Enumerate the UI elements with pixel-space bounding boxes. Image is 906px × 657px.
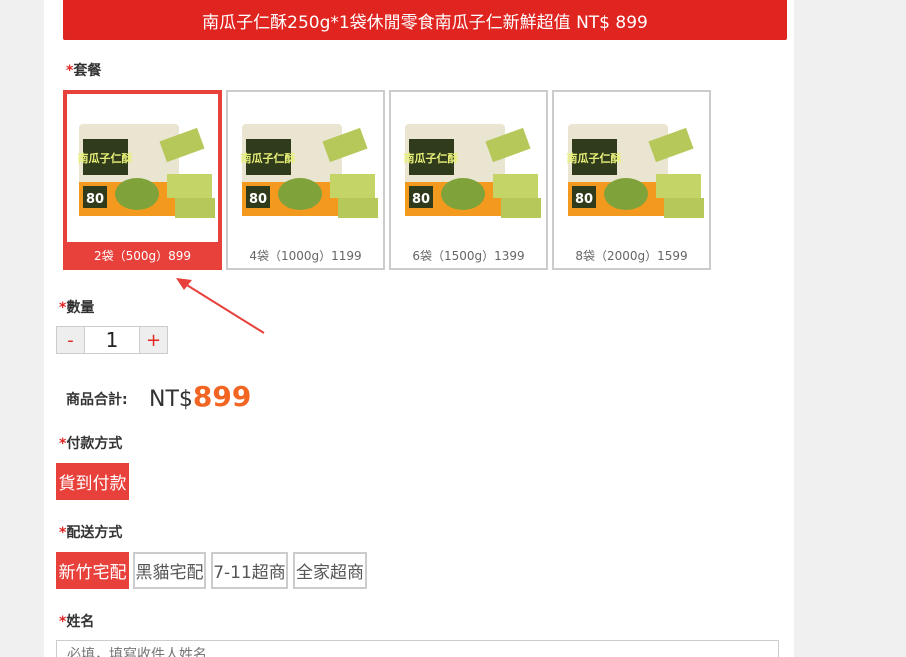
product-image: 南瓜子仁酥 80: [556, 94, 707, 242]
shipping-711-button[interactable]: 7-11超商: [211, 552, 288, 589]
package-caption: 4袋（1000g）1199: [249, 248, 362, 263]
shipping-familymart-button[interactable]: 全家超商: [293, 552, 367, 589]
annotation-arrow-icon: [176, 278, 265, 334]
product-image: 南瓜子仁酥 80: [393, 94, 544, 242]
product-title: 南瓜子仁酥250g*1袋休閒零食南瓜子仁新鮮超值 NT$ 899: [202, 12, 648, 33]
payment-label: *付款方式: [59, 436, 123, 452]
svg-text:南瓜子仁酥: 南瓜子仁酥: [78, 151, 133, 165]
shipping-blackcat-button[interactable]: 黑貓宅配: [133, 552, 206, 589]
svg-text:80: 80: [575, 192, 593, 207]
shipping-hsinchu-button[interactable]: 新竹宅配: [56, 552, 129, 589]
name-label: *姓名: [59, 614, 95, 630]
payment-cod-button[interactable]: 貨到付款: [56, 463, 129, 500]
quantity-input[interactable]: 1: [84, 327, 140, 353]
package-caption: 8袋（2000g）1599: [575, 248, 688, 263]
total-label: 商品合計:: [66, 392, 128, 408]
package-option-2[interactable]: 南瓜子仁酥 80 2袋（500g）899: [63, 90, 222, 270]
package-caption: 2袋（500g）899: [93, 248, 192, 263]
product-title-bar: 南瓜子仁酥250g*1袋休閒零食南瓜子仁新鮮超值 NT$ 899: [63, 0, 787, 40]
currency: NT$: [149, 387, 193, 412]
svg-text:80: 80: [249, 192, 267, 207]
svg-text:南瓜子仁酥: 南瓜子仁酥: [567, 151, 622, 165]
quantity-label: *數量: [59, 300, 95, 316]
product-image: 南瓜子仁酥 80: [230, 94, 381, 242]
total-price: NT$899: [149, 380, 251, 413]
product-image: 南瓜子仁酥 80: [67, 94, 218, 242]
total-amount: 899: [192, 380, 252, 413]
package-caption: 6袋（1500g）1399: [412, 248, 525, 263]
name-input[interactable]: [56, 640, 779, 657]
package-option-6[interactable]: 南瓜子仁酥 80 6袋（1500g）1399: [389, 90, 548, 270]
package-option-4[interactable]: 南瓜子仁酥 80 4袋（1000g）1199: [226, 90, 385, 270]
quantity-minus-button[interactable]: -: [57, 327, 84, 353]
package-option-8[interactable]: 南瓜子仁酥 80 8袋（2000g）1599: [552, 90, 711, 270]
svg-text:80: 80: [412, 192, 430, 207]
package-label: *套餐: [66, 63, 102, 79]
svg-text:南瓜子仁酥: 南瓜子仁酥: [241, 151, 296, 165]
svg-text:南瓜子仁酥: 南瓜子仁酥: [404, 151, 459, 165]
shipping-label: *配送方式: [59, 525, 123, 541]
quantity-stepper: - 1 +: [56, 326, 168, 354]
quantity-plus-button[interactable]: +: [140, 327, 167, 353]
svg-text:80: 80: [86, 192, 104, 207]
